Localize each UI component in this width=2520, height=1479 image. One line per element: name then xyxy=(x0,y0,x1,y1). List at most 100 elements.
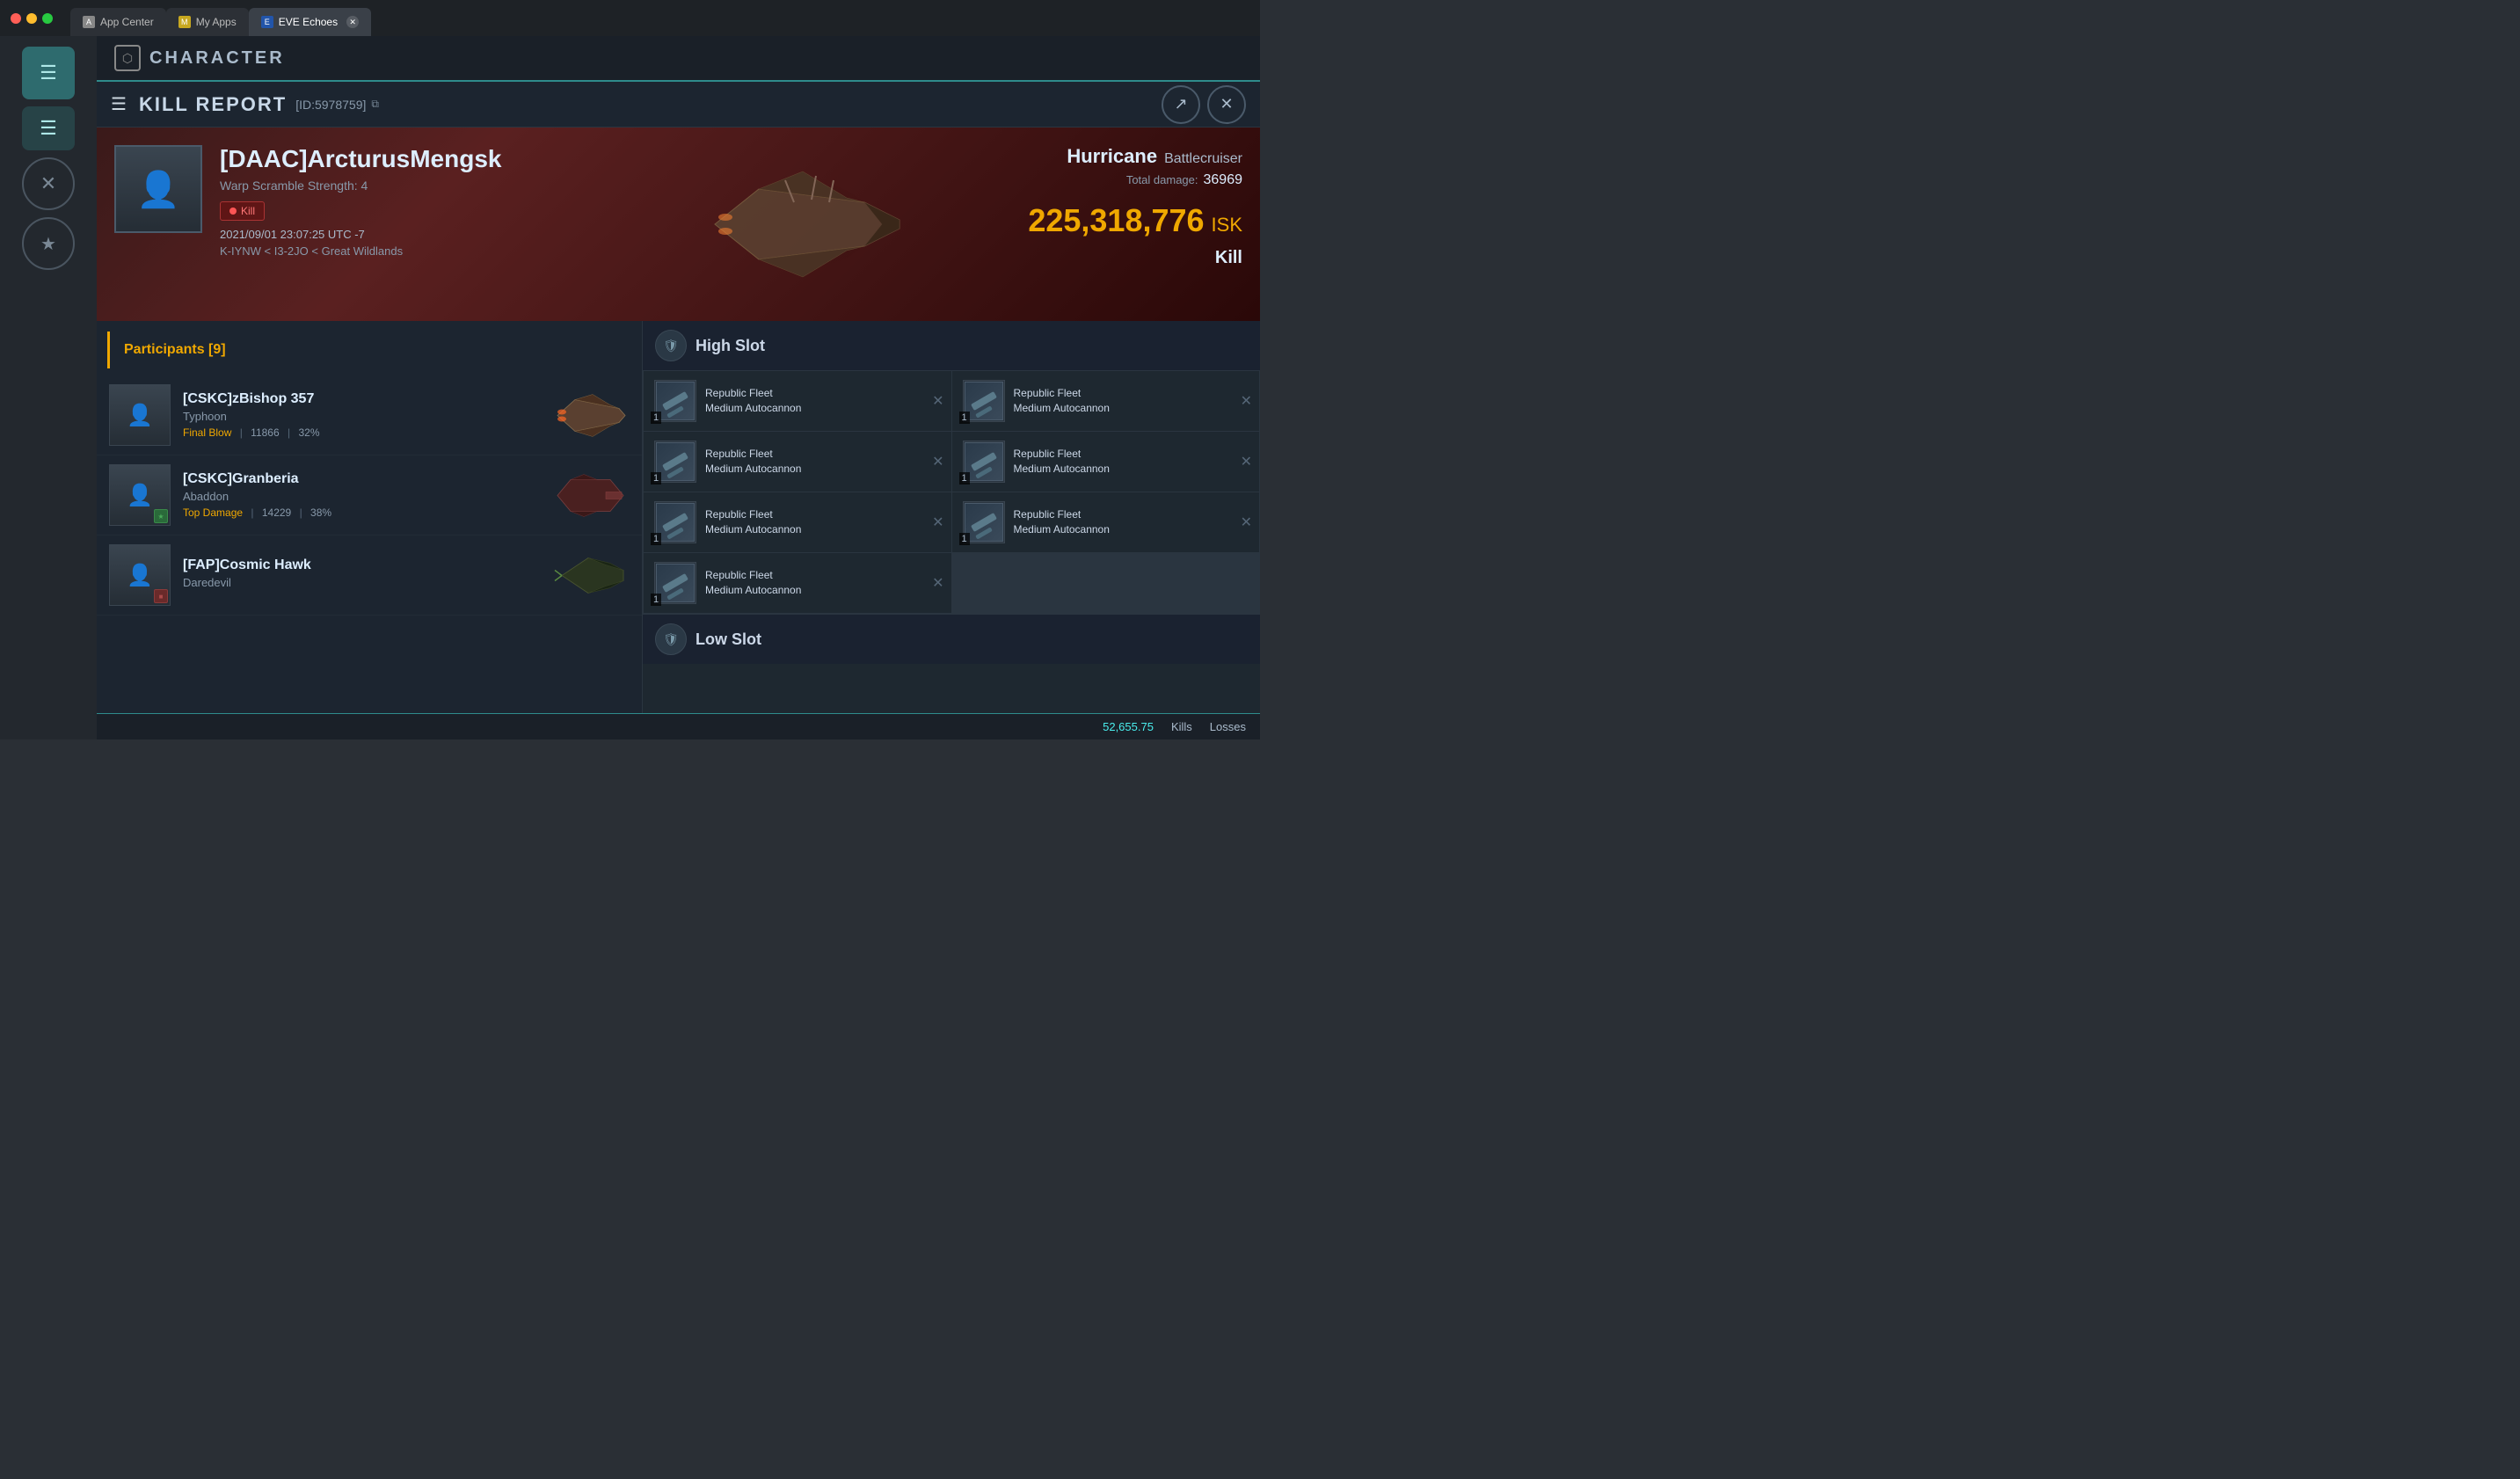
participants-label: Participants xyxy=(124,342,205,357)
sidebar-star-icon[interactable]: ★ xyxy=(22,217,75,270)
kill-report-panel: ☰ KILL REPORT [ID:5978759] ⧉ ↗ ✕ 👤 [DAAC… xyxy=(97,82,1260,740)
sidebar: ☰ ☰ ✕ ★ xyxy=(0,36,97,740)
weapon-name-6: Republic FleetMedium Autocannon xyxy=(1014,507,1110,537)
ship-img-2 xyxy=(550,471,630,520)
avatar-face: 👤 xyxy=(116,147,200,231)
kill-badge: Kill xyxy=(220,201,265,221)
low-slot-header: 🛡 Low Slot xyxy=(643,615,1260,664)
typhoon-svg xyxy=(553,392,628,438)
slot-remove-5[interactable]: ✕ xyxy=(932,514,943,531)
character-title: CHARACTER xyxy=(149,48,285,69)
ship-svg xyxy=(688,154,917,295)
high-slot-header: 🛡 High Slot xyxy=(643,321,1260,370)
slot-item-5: Republic FleetMedium Autocannon ✕ 1 xyxy=(644,492,951,552)
slot-qty-2: 1 xyxy=(959,412,970,424)
kr-id: [ID:5978759] xyxy=(295,98,366,112)
slot-qty-4: 1 xyxy=(959,472,970,484)
slot-item-3: Republic FleetMedium Autocannon ✕ 1 xyxy=(644,432,951,492)
weapon-name-1: Republic FleetMedium Autocannon xyxy=(705,386,801,416)
weapon-name-2: Republic FleetMedium Autocannon xyxy=(1014,386,1110,416)
stat-label-2: Top Damage xyxy=(183,506,243,519)
slot-qty-7: 1 xyxy=(651,594,661,606)
high-slot-icon: 🛡 xyxy=(655,330,687,361)
slot-item-7: Republic FleetMedium Autocannon ✕ 1 xyxy=(644,553,951,613)
maximize-button[interactable] xyxy=(42,13,53,24)
high-slot-title: High Slot xyxy=(696,337,765,355)
kr-share-button[interactable]: ↗ xyxy=(1162,85,1200,124)
damage-label: Total damage: xyxy=(1126,173,1198,186)
participant-item: 👤 [CSKC]zBishop 357 Typhoon Final Blow |… xyxy=(97,375,642,455)
participant-list: 👤 [CSKC]zBishop 357 Typhoon Final Blow |… xyxy=(97,375,642,740)
sidebar-nav-button[interactable]: ☰ xyxy=(22,106,75,150)
tab-eve-echoes-label: EVE Echoes xyxy=(279,16,338,28)
character-bar: ⬡ CHARACTER xyxy=(97,36,1260,82)
participants-count: 9 xyxy=(213,342,221,357)
eve-echoes-icon: E xyxy=(261,16,273,28)
kr-title: KILL REPORT xyxy=(139,93,287,116)
kr-menu-icon[interactable]: ☰ xyxy=(111,93,127,115)
ship-img-3 xyxy=(550,551,630,600)
participant-avatar-2: 👤 ★ xyxy=(109,464,171,526)
slot-item-1: Republic FleetMedium Autocannon ✕ 1 xyxy=(644,371,951,431)
participant-item-3: 👤 ■ [FAP]Cosmic Hawk Daredevil xyxy=(97,536,642,616)
stat-damage-2: 14229 xyxy=(262,506,291,519)
isk-label: ISK xyxy=(1212,214,1242,237)
kill-report-hero: 👤 [DAAC]ArcturusMengsk Warp Scramble Str… xyxy=(97,128,1260,321)
pilot-avatar: 👤 xyxy=(114,145,202,233)
slot-remove-7[interactable]: ✕ xyxy=(932,574,943,592)
abaddon-svg xyxy=(553,472,628,518)
tab-bar: A App Center M My Apps E EVE Echoes ✕ xyxy=(0,0,371,36)
kill-badge-label: Kill xyxy=(241,205,255,217)
slot-qty-1: 1 xyxy=(651,412,661,424)
sidebar-menu-button[interactable]: ☰ xyxy=(22,47,75,99)
avatar-img-1: 👤 xyxy=(110,385,170,445)
weapon-name-3: Republic FleetMedium Autocannon xyxy=(705,447,801,477)
tab-close-icon[interactable]: ✕ xyxy=(346,16,359,28)
high-slot-grid: Republic FleetMedium Autocannon ✕ 1 Repu… xyxy=(643,370,1260,614)
damage-value: 36969 xyxy=(1204,172,1243,188)
participant-avatar-3: 👤 ■ xyxy=(109,544,171,606)
participant-avatar-1: 👤 xyxy=(109,384,171,446)
close-button[interactable] xyxy=(11,13,21,24)
participant-item-2: 👤 ★ [CSKC]Granberia Abaddon Top Damage |… xyxy=(97,455,642,536)
low-slot-title: Low Slot xyxy=(696,630,761,649)
tab-eve-echoes[interactable]: E EVE Echoes ✕ xyxy=(249,8,371,36)
minimize-button[interactable] xyxy=(26,13,37,24)
corp-badge-3: ■ xyxy=(154,589,168,603)
kill-report-body: Participants [9] 👤 [CSKC]zBishop 357 Typ… xyxy=(97,321,1260,740)
kill-dot xyxy=(229,208,237,215)
daredevil-svg xyxy=(553,552,628,598)
stat-percent-1: 32% xyxy=(298,426,319,439)
slot-remove-4[interactable]: ✕ xyxy=(1241,453,1252,470)
weapon-name-7: Republic FleetMedium Autocannon xyxy=(705,568,801,598)
slot-remove-3[interactable]: ✕ xyxy=(932,453,943,470)
kr-actions: ↗ ✕ xyxy=(1162,85,1246,124)
stat-percent-2: 38% xyxy=(310,506,331,519)
slot-remove-1[interactable]: ✕ xyxy=(932,392,943,410)
participants-panel: Participants [9] 👤 [CSKC]zBishop 357 Typ… xyxy=(97,321,642,740)
ship-img-1 xyxy=(550,391,630,440)
ship-type: Battlecruiser xyxy=(1164,151,1242,167)
sidebar-cross-icon[interactable]: ✕ xyxy=(22,157,75,210)
ship-name: Hurricane xyxy=(1067,145,1157,168)
slot-item-4: Republic FleetMedium Autocannon ✕ 1 xyxy=(952,432,1260,492)
slot-qty-3: 1 xyxy=(651,472,661,484)
slot-remove-6[interactable]: ✕ xyxy=(1241,514,1252,531)
slot-item-6: Republic FleetMedium Autocannon ✕ 1 xyxy=(952,492,1260,552)
tab-my-apps[interactable]: M My Apps xyxy=(166,8,249,36)
weapon-name-5: Republic FleetMedium Autocannon xyxy=(705,507,801,537)
kr-close-button[interactable]: ✕ xyxy=(1207,85,1246,124)
stat-damage-1: 11866 xyxy=(251,426,279,439)
my-apps-icon: M xyxy=(178,16,191,28)
kr-copy-icon[interactable]: ⧉ xyxy=(371,98,379,111)
tab-app-center[interactable]: A App Center xyxy=(70,8,166,36)
kill-report-header: ☰ KILL REPORT [ID:5978759] ⧉ ↗ ✕ xyxy=(97,82,1260,128)
slot-remove-2[interactable]: ✕ xyxy=(1241,392,1252,410)
bottom-amount: 52,655.75 xyxy=(1103,720,1154,733)
tab-my-apps-label: My Apps xyxy=(196,16,237,28)
outcome-label: Kill xyxy=(1215,248,1242,267)
corp-badge-2: ★ xyxy=(154,509,168,523)
character-icon: ⬡ xyxy=(114,45,141,71)
ship-illustration-area xyxy=(680,136,926,312)
slot-qty-6: 1 xyxy=(959,533,970,545)
